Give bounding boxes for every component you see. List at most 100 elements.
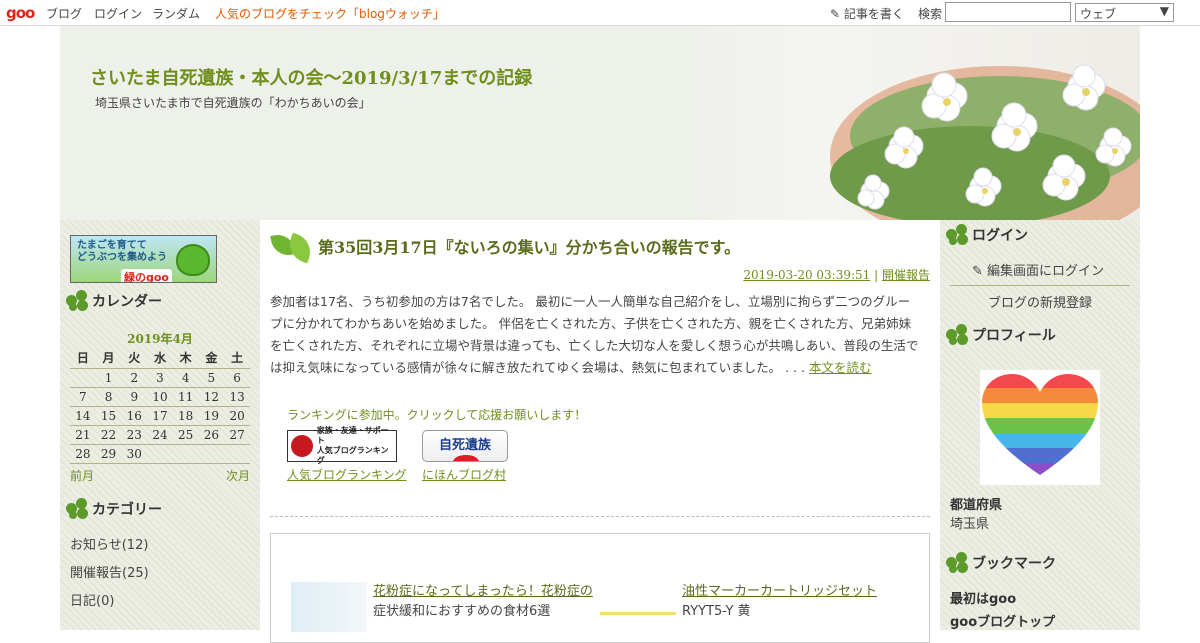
weekday-header: 水 [147, 348, 173, 369]
ad-title[interactable]: 花粉症になってしまったら！花粉症の [373, 582, 593, 602]
calendar-day [172, 444, 199, 464]
calendar-day[interactable]: 29 [95, 444, 122, 464]
post-category-link[interactable]: 開催報告 [882, 268, 930, 282]
rainbow-heart-avatar[interactable] [980, 370, 1100, 485]
ad-thumbnail [600, 582, 676, 632]
blog-page: さいたま自死遺族・本人の会～2019/3/17までの記録 埼玉県さいたま市で自死… [60, 26, 1140, 643]
search-scope-select[interactable]: ウェブ ▼ [1075, 3, 1174, 22]
write-article-link[interactable]: ✎ 記事を書く [830, 5, 904, 22]
calendar-day[interactable]: 3 [147, 368, 173, 388]
calendar-day[interactable]: 2 [121, 368, 148, 388]
calendar-day[interactable]: 5 [198, 368, 225, 388]
calendar-day[interactable]: 23 [121, 425, 148, 445]
calendar-day[interactable]: 16 [121, 406, 148, 426]
calendar-day[interactable]: 24 [147, 425, 173, 445]
new-blog-register-link[interactable]: ブログの新規登録 [988, 292, 1092, 311]
calendar-day[interactable]: 26 [198, 425, 225, 445]
calendar-day[interactable]: 21 [70, 425, 96, 445]
blog-header: さいたま自死遺族・本人の会～2019/3/17までの記録 埼玉県さいたま市で自死… [60, 26, 1140, 220]
blog-ranking-banner[interactable]: 家族・友達・サポート 人気ブログランキング [287, 426, 397, 465]
blog-title[interactable]: さいたま自死遺族・本人の会～2019/3/17までの記録 [90, 64, 532, 90]
login-heading: ログイン [946, 224, 1028, 246]
weekday-header: 日 [70, 348, 96, 369]
ad-item[interactable]: 花粉症になってしまったら！花粉症の 症状緩和におすすめの食材6選 [291, 582, 593, 632]
ranking-logo-icon [291, 435, 313, 457]
blogmura-link[interactable]: にほんブログ村 [422, 466, 506, 483]
ranking-text: ランキングに参加中。クリックして応援お願いします！ [287, 408, 587, 422]
calendar-week: 123456 [70, 368, 250, 388]
ad-title[interactable]: 油性マーカーカートリッジセット [682, 582, 877, 602]
left-sidebar: たまごを育てて どうぶつを集めよう 緑のgoo カレンダー 2019年4月 日月火… [60, 220, 260, 630]
edit-login-link[interactable]: ✎ 編集画面にログイン [972, 260, 1104, 279]
goo-toolbar: goo ブログ ログイン ランダム 人気のブログをチェック「blogウォッチ」 … [0, 0, 1200, 26]
calendar-day[interactable]: 25 [172, 425, 199, 445]
calendar-week: 14 15 16 17 18 19 20 [70, 406, 250, 426]
post-body: 参加者は17名、うち初参加の方は7名でした。 最初に一人一人簡単な自己紹介をし、… [270, 291, 920, 379]
next-month-link[interactable]: 次月 [226, 467, 250, 484]
weekday-header: 火 [121, 348, 148, 369]
calendar-heading: カレンダー [66, 290, 162, 312]
calendar-day[interactable]: 20 [224, 406, 250, 426]
calendar-day[interactable]: 17 [147, 406, 173, 426]
calendar-day[interactable]: 13 [224, 387, 250, 407]
clover-icon [946, 552, 968, 574]
banner-line1: たまごを育てて [77, 240, 147, 251]
calendar-day[interactable]: 14 [70, 406, 96, 426]
blog-watch-link[interactable]: 人気のブログをチェック「blogウォッチ」 [215, 5, 445, 22]
calendar-day[interactable]: 6 [224, 368, 250, 388]
calendar-week: 28 29 30 [70, 444, 250, 464]
calendar: 2019年4月 日月火水木金土 1 2 3 4 5 6 7 8 9 10 11 12 13 14 15 16 1… [70, 330, 250, 484]
nihon-blogmura-banner[interactable]: 自死遺族 [422, 430, 508, 462]
prefecture-label: 都道府県 [950, 498, 1003, 513]
calendar-table: 日月火水木金土 1 2 3 4 5 6 7 8 9 10 11 12 13 14 15 16 17 18 19 20 2… [70, 348, 250, 464]
category-item[interactable]: お知らせ(12) [70, 532, 149, 560]
calendar-day[interactable]: 28 [70, 444, 96, 464]
calendar-day [147, 444, 173, 464]
calendar-day[interactable]: 30 [121, 444, 148, 464]
post-meta: 2019-03-20 03:39:51 | 開催報告 [270, 266, 930, 283]
dropdown-arrow-icon: ▼ [1159, 4, 1169, 18]
calendar-day[interactable]: 8 [95, 387, 122, 407]
meta-separator: | [870, 268, 882, 282]
goo-logo[interactable]: goo [6, 4, 35, 22]
bookmark-item[interactable]: 最初はgoo [950, 588, 1055, 611]
prev-month-link[interactable]: 前月 [70, 467, 94, 484]
category-heading-label: カテゴリー [92, 502, 162, 518]
category-item[interactable]: 開催報告(25) [70, 560, 149, 588]
calendar-day[interactable]: 18 [172, 406, 199, 426]
search-input[interactable] [945, 2, 1071, 22]
bookmark-item[interactable]: gooブログトップ [950, 611, 1055, 634]
read-more-link[interactable]: 本文を読む [809, 360, 872, 375]
calendar-day[interactable]: 12 [198, 387, 225, 407]
login-link[interactable]: ログイン [94, 5, 142, 22]
calendar-day [198, 444, 225, 464]
calendar-day[interactable]: 7 [70, 387, 96, 407]
blog-ranking-link[interactable]: 人気ブログランキング [287, 466, 407, 483]
post-title[interactable]: 第35回3月17日『ないろの集い』分かち合いの報告です。 [318, 234, 740, 258]
category-item[interactable]: 日記(0) [70, 588, 149, 616]
calendar-day[interactable]: 4 [172, 368, 199, 388]
calendar-day[interactable]: 22 [95, 425, 122, 445]
divider [950, 285, 1130, 286]
calendar-day[interactable]: 19 [198, 406, 225, 426]
weekday-header: 金 [198, 348, 225, 369]
search-scope-value: ウェブ [1080, 7, 1117, 21]
post-datetime-link[interactable]: 2019-03-20 03:39:51 [743, 268, 870, 282]
calendar-day[interactable]: 10 [147, 387, 173, 407]
search-label: 検索 [918, 7, 943, 21]
random-link[interactable]: ランダム [152, 5, 200, 22]
prefecture-value: 埼玉県 [950, 517, 990, 532]
green-goo-banner[interactable]: たまごを育てて どうぶつを集めよう 緑のgoo [70, 235, 217, 283]
bookmark-heading: ブックマーク [946, 552, 1056, 574]
calendar-day[interactable]: 9 [121, 387, 148, 407]
profile-heading-label: プロフィール [972, 328, 1056, 344]
calendar-month[interactable]: 2019年4月 [70, 330, 250, 348]
ad-item[interactable]: 油性マーカーカートリッジセット RYYT5-Y 黄 [600, 582, 877, 632]
calendar-day[interactable]: 27 [224, 425, 250, 445]
profile-info: 都道府県 埼玉県 [950, 496, 1002, 534]
calendar-day[interactable]: 15 [95, 406, 122, 426]
blog-link[interactable]: ブログ [46, 5, 82, 22]
ad-thumbnail [291, 582, 367, 632]
calendar-day[interactable]: 1 [95, 368, 122, 388]
calendar-day[interactable]: 11 [172, 387, 199, 407]
